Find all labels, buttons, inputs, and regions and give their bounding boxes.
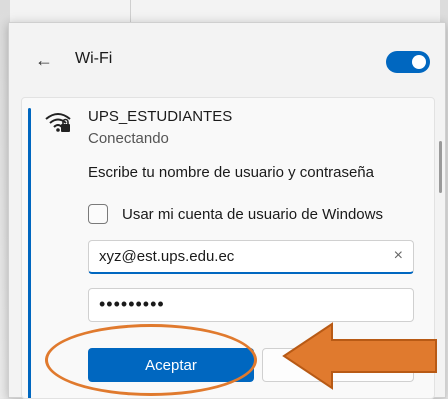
wifi-locked-icon <box>45 113 71 132</box>
accept-button[interactable]: Aceptar <box>88 348 254 382</box>
arrow-left-icon[interactable]: ← <box>33 49 55 71</box>
scrollbar[interactable] <box>439 141 442 193</box>
cancel-button[interactable] <box>262 348 414 382</box>
credentials-prompt: Escribe tu nombre de usuario y contraseñ… <box>88 164 374 181</box>
network-name: UPS_ESTUDIANTES <box>88 108 233 125</box>
username-value: xyz@est.ups.edu.ec <box>99 248 235 265</box>
toggle-knob <box>412 55 426 69</box>
use-windows-account-checkbox[interactable] <box>88 204 108 224</box>
password-value: ••••••••• <box>99 294 165 314</box>
background-divider <box>130 0 131 24</box>
username-input[interactable]: xyz@est.ups.edu.ec × <box>88 240 414 274</box>
clear-icon[interactable]: × <box>394 247 403 265</box>
use-windows-account-option[interactable]: Usar mi cuenta de usuario de Windows <box>88 202 383 226</box>
panel-header: ← Wi-Fi <box>9 23 445 85</box>
selection-indicator <box>28 108 31 398</box>
network-item: UPS_ESTUDIANTES Conectando Escribe tu no… <box>21 97 435 399</box>
wifi-panel: ← Wi-Fi UPS_ESTUDIANTES Conectando Escri… <box>8 22 446 399</box>
password-input[interactable]: ••••••••• <box>88 288 414 322</box>
network-status: Conectando <box>88 130 169 147</box>
use-windows-account-label: Usar mi cuenta de usuario de Windows <box>122 205 383 223</box>
wifi-toggle[interactable] <box>386 51 430 73</box>
panel-title: Wi-Fi <box>75 50 113 67</box>
